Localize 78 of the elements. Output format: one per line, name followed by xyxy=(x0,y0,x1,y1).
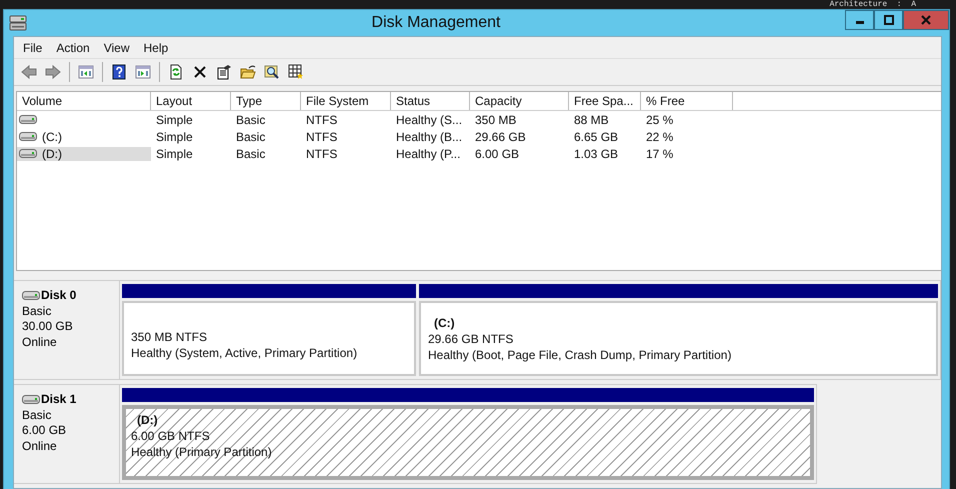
column-header[interactable]: Type xyxy=(231,92,301,110)
table-cell: NTFS xyxy=(306,130,338,144)
partition-block[interactable]: 350 MB NTFS Healthy (System, Active, Primary Partition) xyxy=(122,301,416,376)
partition-status: Healthy (Primary Partition) xyxy=(131,444,273,460)
table-cell: 29.66 GB xyxy=(475,130,526,144)
table-cell: 350 MB xyxy=(475,112,516,126)
partition-label: (C:) xyxy=(433,314,456,330)
properties-icon xyxy=(216,64,232,80)
disk-type: Basic xyxy=(22,408,52,423)
table-cell: Simple xyxy=(156,112,193,126)
disk-size: 6.00 GB xyxy=(22,423,68,438)
forward-arrow-icon xyxy=(45,64,61,80)
panel-icon xyxy=(135,64,151,80)
column-header[interactable]: Layout xyxy=(151,92,231,110)
table-cell: 6.00 GB xyxy=(475,146,520,160)
table-cell: 25 % xyxy=(646,112,674,126)
column-header[interactable]: Capacity xyxy=(470,92,569,110)
refresh-icon xyxy=(168,64,184,80)
drive-row-entry[interactable]: (D:) xyxy=(17,146,151,160)
table-cell: Simple xyxy=(156,130,193,144)
menu-item[interactable]: Help xyxy=(136,40,176,54)
disk-status: Online xyxy=(22,334,58,350)
partition-size: 350 MB NTFS xyxy=(131,328,208,344)
table-cell: Basic xyxy=(236,130,266,144)
disk-size: 30.00 GB xyxy=(22,319,74,334)
partition-status: Healthy (Boot, Page File, Crash Dump, Primary Partition) xyxy=(428,346,732,362)
window-title: Disk Management xyxy=(370,14,502,32)
column-header[interactable]: Free Spa... xyxy=(569,92,641,110)
column-header[interactable]: Status xyxy=(391,92,470,110)
drive-icon xyxy=(19,115,37,124)
disk-name: Disk 0 xyxy=(41,288,76,304)
back-arrow-icon xyxy=(21,64,37,80)
minimize-button[interactable] xyxy=(845,10,874,30)
delete-icon xyxy=(192,64,208,80)
column-header[interactable]: Volume xyxy=(17,92,151,110)
disk-type: Basic xyxy=(22,304,52,319)
menu-item[interactable]: View xyxy=(96,40,136,54)
panel-icon xyxy=(78,64,94,80)
grid-icon xyxy=(288,64,304,80)
close-button[interactable] xyxy=(903,10,949,30)
close-icon xyxy=(921,15,931,25)
table-cell: 22 % xyxy=(646,130,674,144)
background-text: Architecture : A xyxy=(830,0,916,9)
partition-size: 29.66 GB NTFS xyxy=(428,330,514,346)
table-cell: 88 MB xyxy=(574,112,609,126)
disk-status: Online xyxy=(22,438,58,454)
menu-item[interactable]: File xyxy=(16,40,50,54)
drive-letter: (D:) xyxy=(41,146,63,160)
partition-block[interactable]: (D:) 6.00 GB NTFS Healthy (Primary Partition) xyxy=(122,405,814,480)
disk-name: Disk 1 xyxy=(41,392,76,408)
table-cell: 1.03 GB xyxy=(574,146,618,160)
partition-size: 6.00 GB NTFS xyxy=(131,428,211,444)
table-cell: Healthy (B... xyxy=(396,130,462,144)
drive-row-entry[interactable]: (C:) xyxy=(17,130,151,144)
table-cell: NTFS xyxy=(306,112,338,126)
column-header[interactable]: % Free xyxy=(641,92,733,110)
table-cell: NTFS xyxy=(306,146,338,160)
partition-status: Healthy (System, Active, Primary Partition) xyxy=(131,344,358,360)
table-cell: Healthy (P... xyxy=(396,146,460,160)
magnifier-icon xyxy=(264,64,280,80)
table-cell: Simple xyxy=(156,146,193,160)
column-header[interactable]: File System xyxy=(301,92,391,110)
partition-block[interactable]: (C:) 29.66 GB NTFS Healthy (Boot, Page File, Crash Dump, Primary Partition) xyxy=(419,301,938,376)
app-icon xyxy=(9,15,27,31)
table-cell: 17 % xyxy=(646,146,674,160)
drive-letter: (C:) xyxy=(41,130,63,144)
table-cell: Healthy (S... xyxy=(396,112,462,126)
drive-icon xyxy=(19,132,37,141)
maximize-icon xyxy=(884,15,894,25)
partition-label: (D:) xyxy=(136,412,159,428)
table-cell: Basic xyxy=(236,146,266,160)
drive-icon xyxy=(19,149,37,158)
table-cell: 6.65 GB xyxy=(574,130,618,144)
menu-item[interactable]: Action xyxy=(49,40,97,54)
folder-icon xyxy=(240,64,256,80)
maximize-button[interactable] xyxy=(874,10,903,30)
table-cell: Basic xyxy=(236,112,266,126)
help-icon xyxy=(111,64,127,80)
